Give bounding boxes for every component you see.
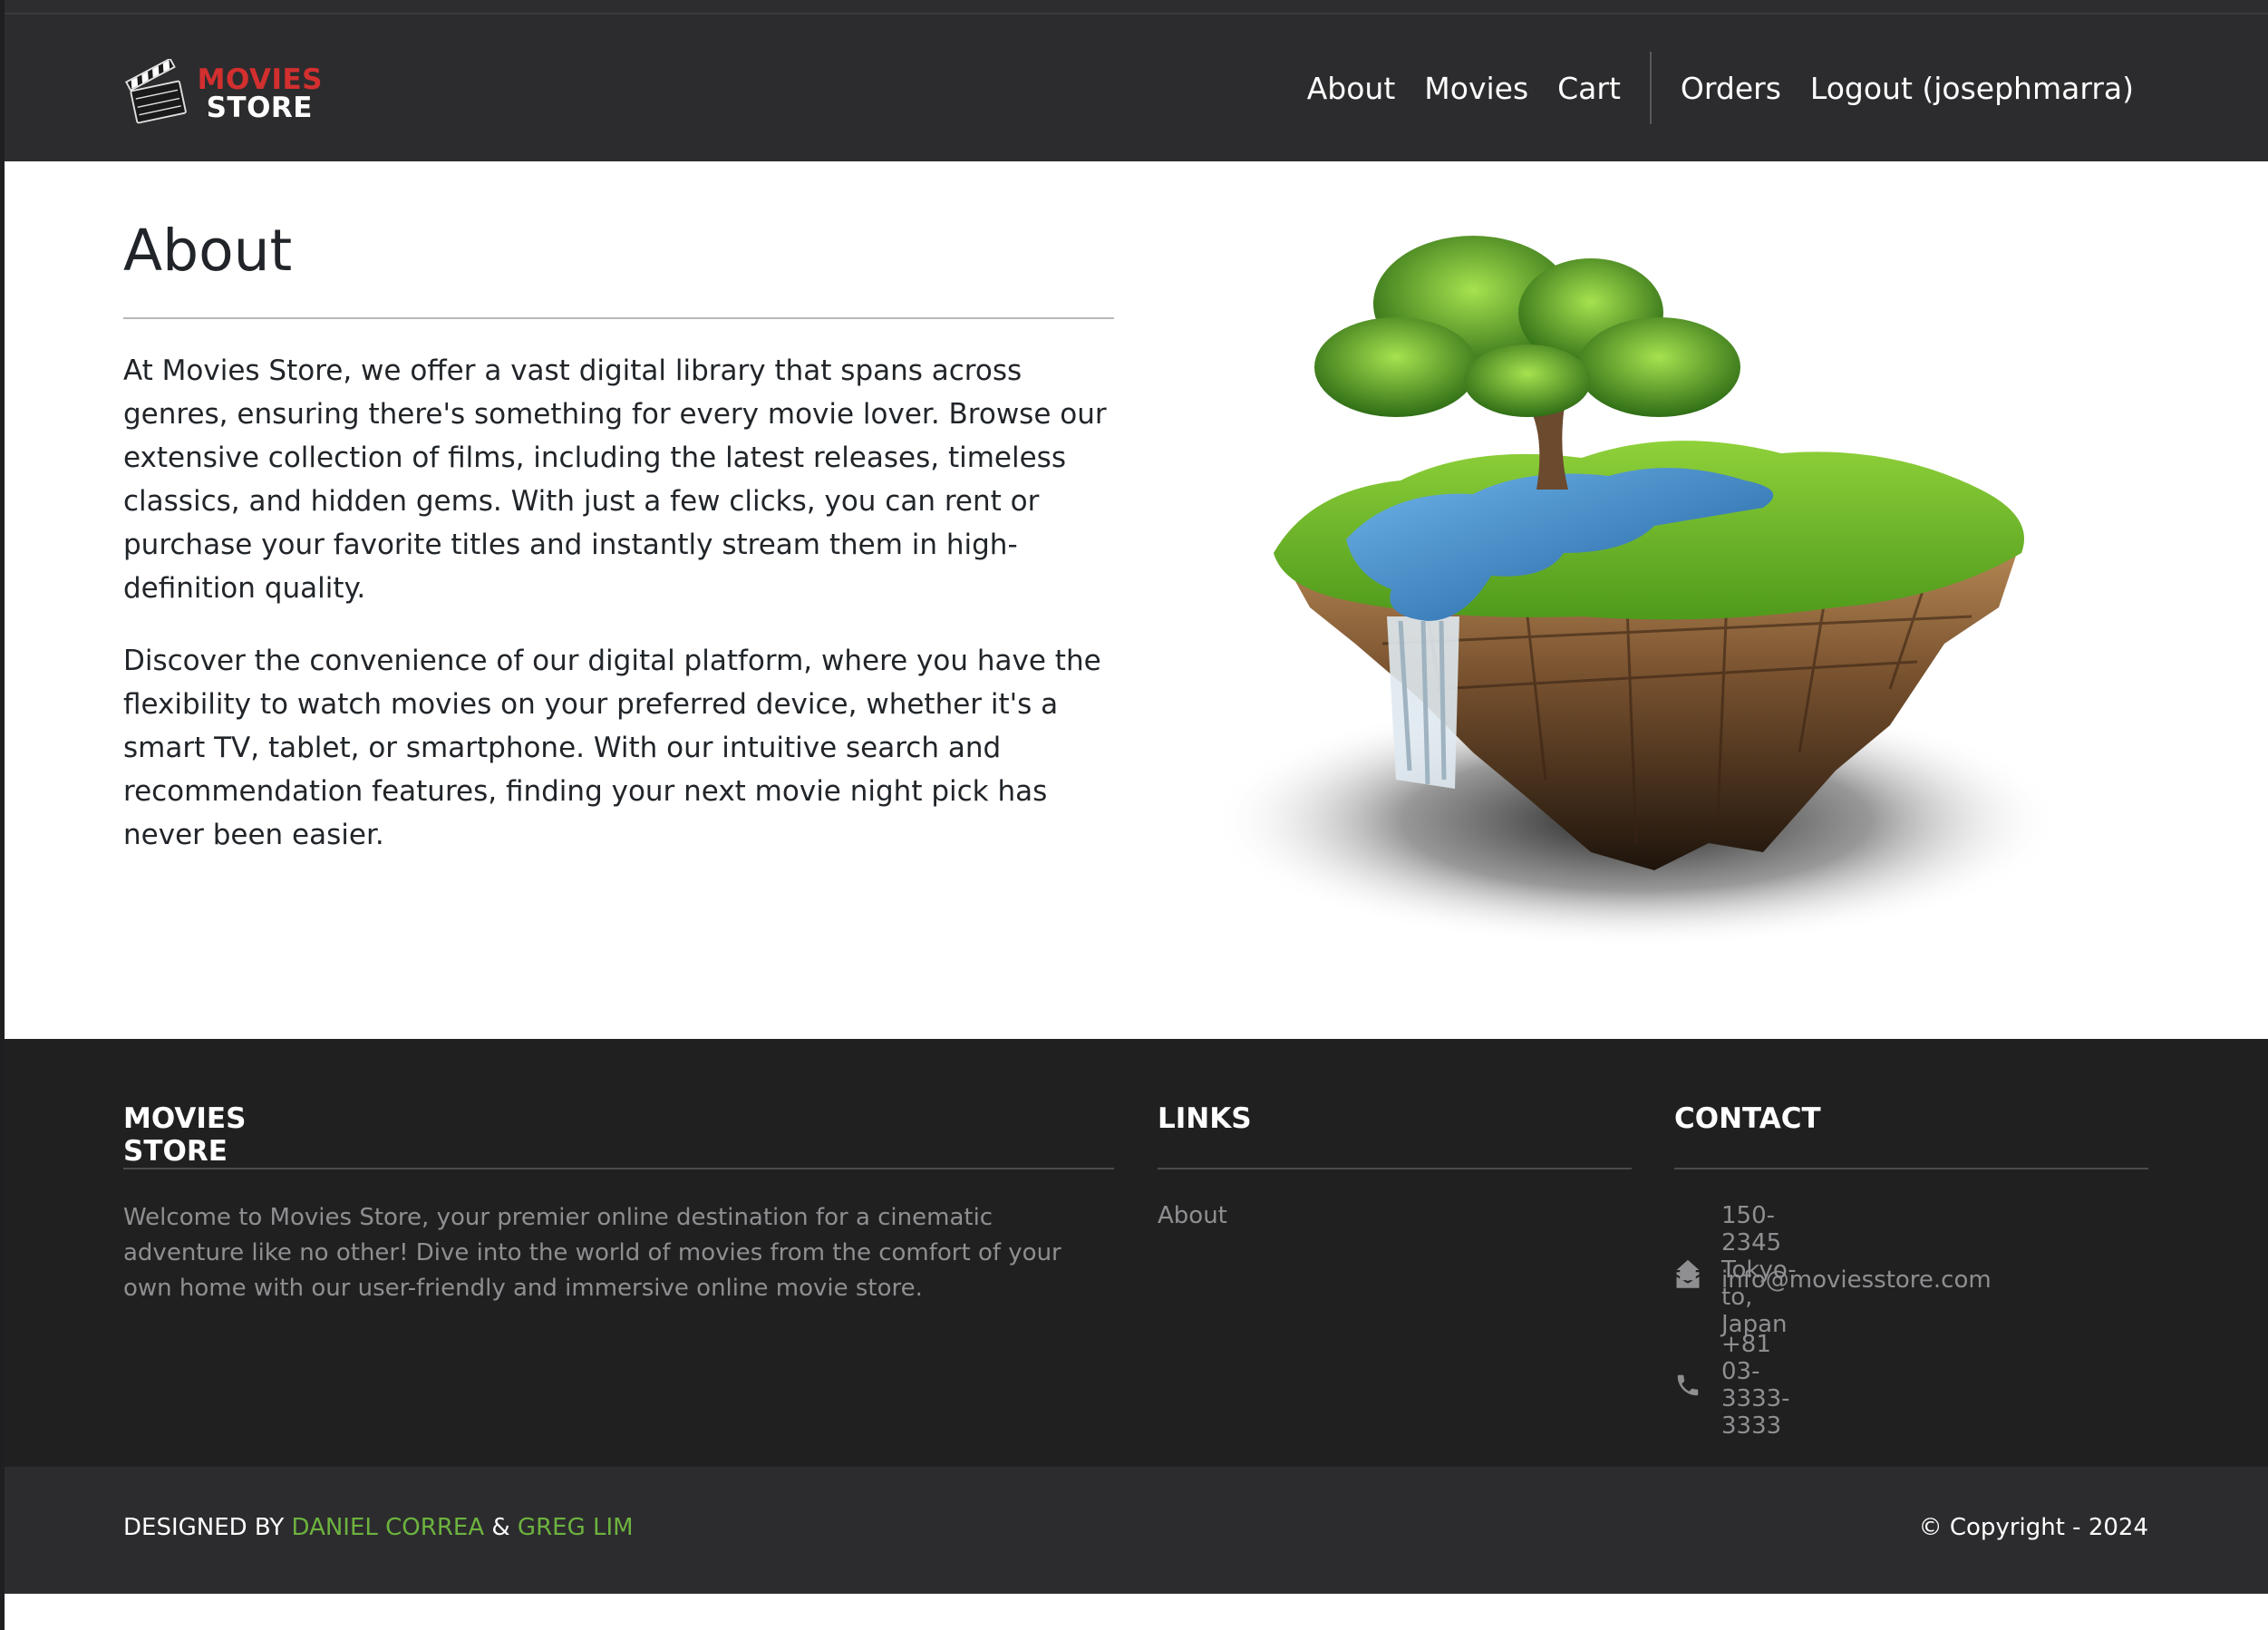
clapperboard-icon [124,59,187,124]
title-divider [123,317,1114,319]
footer-divider [123,1168,1114,1169]
footer-divider [1158,1168,1632,1169]
about-paragraph: Discover the convenience of our digital … [123,645,1101,851]
navbar: MOVIES STORE About Movies Cart Orders Lo… [5,15,2268,161]
copyright-text: © Copyright - 2024 [1918,1514,2148,1541]
footer-links-heading: LINKS [1158,1102,1252,1135]
designer-link-greg[interactable]: GREG LIM [518,1514,634,1541]
envelope-icon [1674,1266,1701,1294]
brand-line-store: STORE [206,92,313,124]
nav-logout-link[interactable]: Logout (josephmarra) [1810,71,2134,106]
footer-store-heading: MOVIES STORE [123,1102,247,1168]
brand-line-movies: MOVIES [197,63,323,96]
nav-cart-link[interactable]: Cart [1557,71,1621,106]
window-top-edge [0,0,2268,15]
page-title: About [123,218,293,284]
footer: MOVIES STORE Welcome to Movies Store, yo… [5,1039,2268,1467]
about-section: About At Movies Store, we offer a vast d… [5,161,2268,1039]
footer-link-about[interactable]: About [1158,1202,1227,1229]
brand-logo-link[interactable]: MOVIES STORE [123,53,323,136]
main-nav: About Movies Cart Orders Logout (josephm… [1278,15,2134,161]
phone-icon [1674,1372,1701,1399]
contact-email: info@moviesstore.com [1674,1266,1992,1294]
footer-divider [1674,1168,2148,1169]
nav-movies-link[interactable]: Movies [1424,71,1528,106]
footer-store-description: Welcome to Movies Store, your premier on… [123,1204,1061,1302]
page-bottom-edge [5,1594,2268,1630]
about-paragraph: At Movies Store, we offer a vast digital… [123,354,1107,605]
ampersand: & [491,1514,510,1541]
footer-bottom-bar: DESIGNED BY DANIEL CORREA & GREG LIM © C… [5,1467,2268,1594]
window-left-edge [0,0,5,1630]
contact-phone: +81 03-3333-3333 [1674,1331,1790,1440]
nav-about-link[interactable]: About [1307,71,1396,106]
nav-divider [1649,52,1652,124]
brand-text: MOVIES STORE [198,66,323,122]
floating-island-image [1210,236,2062,947]
designer-link-daniel[interactable]: DANIEL CORREA [292,1514,485,1541]
about-text: At Movies Store, we offer a vast digital… [123,349,1120,886]
contact-email-text[interactable]: info@moviesstore.com [1721,1266,1992,1294]
designed-by: DESIGNED BY DANIEL CORREA & GREG LIM [123,1514,634,1541]
contact-phone-text[interactable]: +81 03-3333-3333 [1721,1331,1790,1440]
footer-contact-heading: CONTACT [1674,1102,1821,1135]
nav-orders-link[interactable]: Orders [1681,71,1781,106]
designed-by-label: DESIGNED BY [123,1514,285,1541]
